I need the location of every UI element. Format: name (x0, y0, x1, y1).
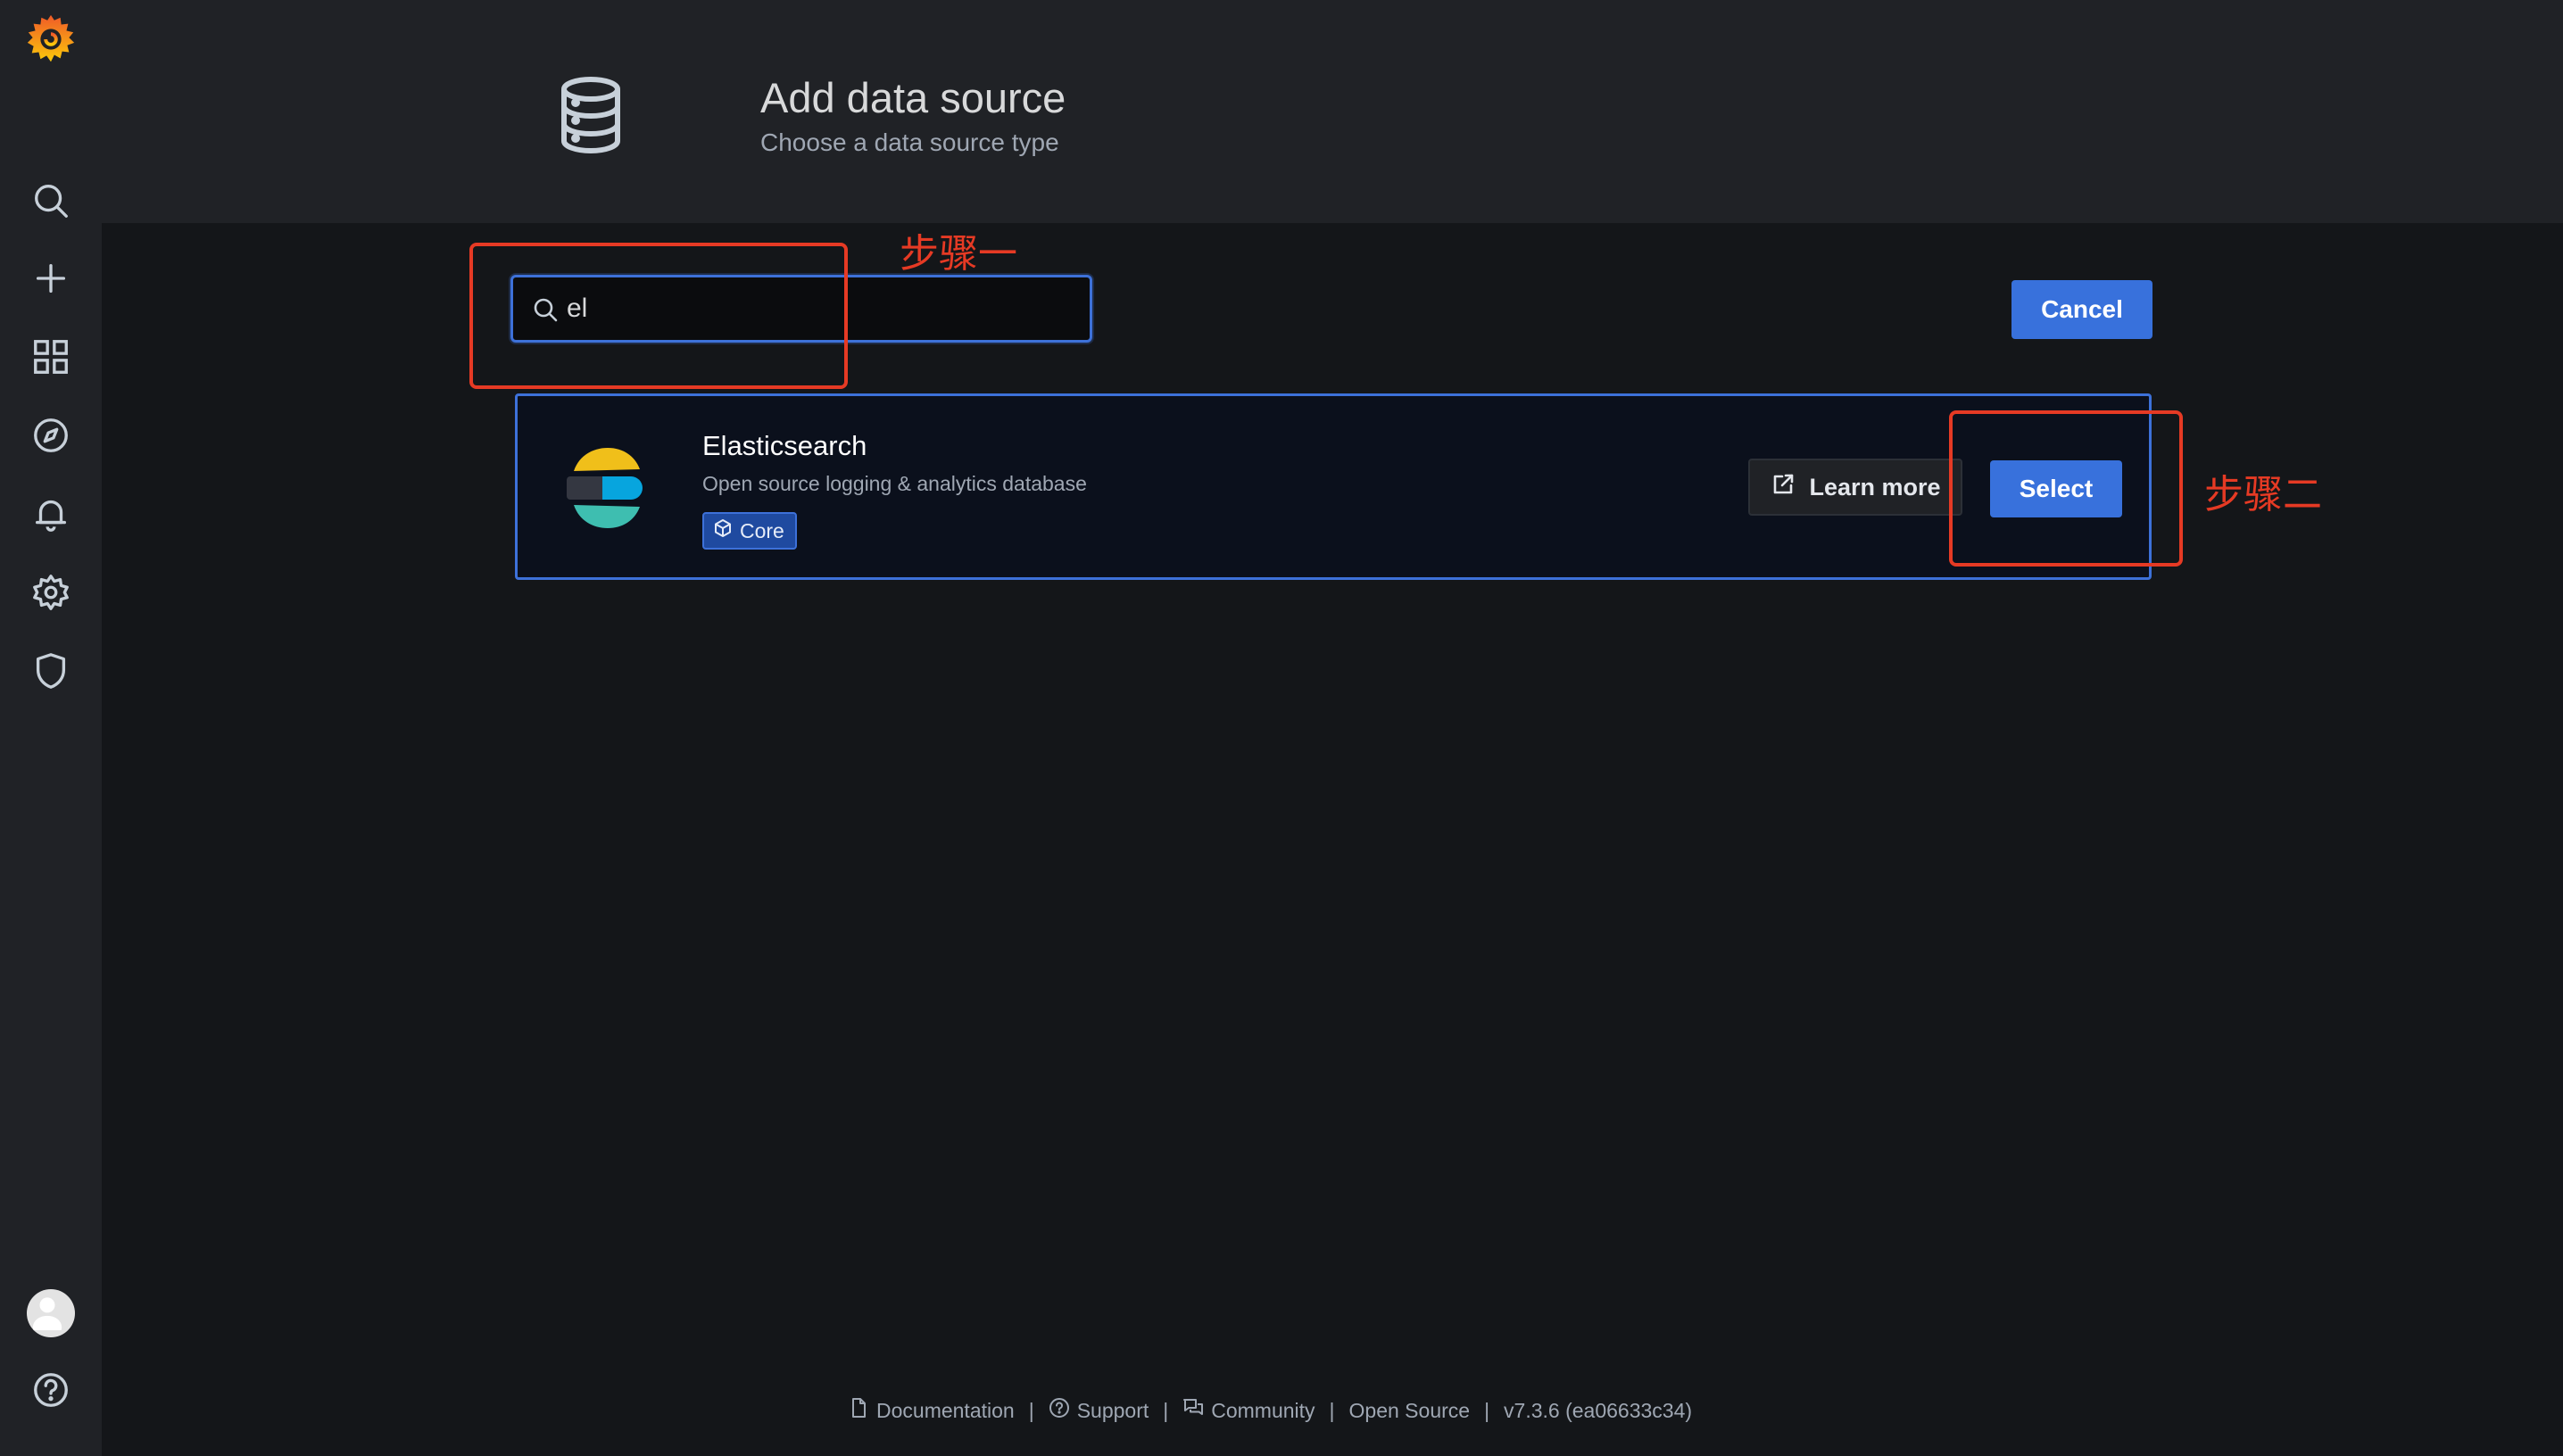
question-circle-icon (1049, 1397, 1070, 1424)
footer-link-support[interactable]: Support (1049, 1397, 1149, 1424)
gear-icon[interactable] (22, 564, 79, 621)
page-header: Add data source Choose a data source typ… (102, 0, 2563, 223)
footer-link-open-source[interactable]: Open Source (1349, 1399, 1471, 1423)
elasticsearch-logo-icon (567, 446, 647, 530)
annotation-box-step2 (1949, 410, 2183, 567)
question-circle-icon[interactable] (22, 1361, 79, 1419)
page-title: Add data source (760, 74, 1066, 121)
footer-separator: | (1028, 1398, 1034, 1422)
grafana-logo-icon[interactable] (22, 11, 79, 68)
footer-separator: | (1484, 1398, 1490, 1422)
core-badge: Core (702, 512, 797, 550)
footer: Documentation | Support | Community | Op… (848, 1395, 1692, 1426)
badge-label: Core (740, 518, 784, 542)
comments-icon (1182, 1397, 1204, 1424)
data-source-card[interactable]: Elasticsearch Open source logging & anal… (515, 393, 2152, 580)
apps-icon[interactable] (22, 328, 79, 385)
footer-link-documentation[interactable]: Documentation (848, 1397, 1015, 1424)
external-link-icon (1770, 471, 1796, 504)
footer-separator: | (1329, 1398, 1335, 1422)
footer-separator: | (1163, 1398, 1169, 1422)
footer-link-label: Open Source (1348, 1398, 1471, 1422)
cancel-button[interactable]: Cancel (2011, 280, 2152, 339)
annotation-step2: 步骤二 (2204, 473, 2322, 517)
avatar[interactable] (22, 1285, 79, 1342)
shield-icon[interactable] (22, 642, 79, 699)
annotation-box-step1 (469, 243, 848, 389)
database-icon (552, 75, 629, 155)
data-source-name: Elasticsearch (702, 430, 867, 461)
footer-link-community[interactable]: Community (1182, 1397, 1315, 1424)
version-label: v7.3.6 (ea06633c34) (1504, 1398, 1693, 1422)
bell-icon[interactable] (22, 485, 79, 542)
app-root: Add data source Choose a data source typ… (0, 0, 2563, 1456)
annotation-step1: 步骤一 (900, 232, 1017, 276)
search-icon[interactable] (22, 172, 79, 229)
footer-link-label: Documentation (876, 1398, 1015, 1422)
footer-link-label: Community (1211, 1398, 1315, 1422)
learn-more-label: Learn more (1809, 473, 1941, 500)
page-subtitle: Choose a data source type (760, 128, 1059, 156)
cube-icon (713, 518, 733, 543)
sidebar (0, 0, 102, 1456)
data-source-description: Open source logging & analytics database (702, 472, 1087, 495)
compass-icon[interactable] (22, 407, 79, 464)
learn-more-button[interactable]: Learn more (1748, 459, 1962, 516)
plus-icon[interactable] (22, 250, 79, 307)
document-icon (848, 1397, 869, 1424)
footer-link-label: Support (1076, 1398, 1149, 1422)
footer-version: v7.3.6 (ea06633c34) (1504, 1399, 1692, 1423)
